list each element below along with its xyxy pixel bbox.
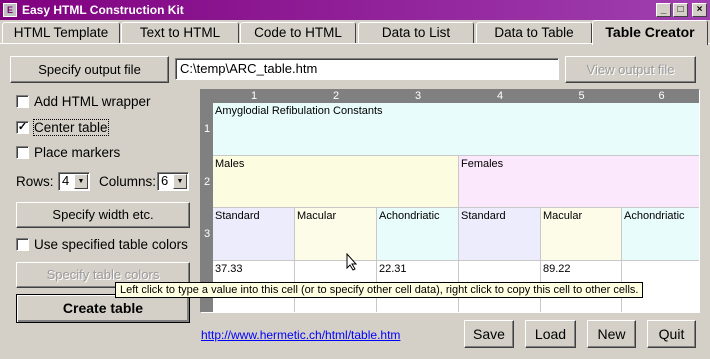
new-button[interactable]: New xyxy=(587,320,636,348)
tab-table-creator[interactable]: Table Creator xyxy=(592,20,708,45)
column-header: 3 xyxy=(414,90,422,102)
tab-data-to-list[interactable]: Data to List xyxy=(358,22,474,43)
rows-value: 4 xyxy=(62,173,70,188)
use-table-colors-label: Use specified table colors xyxy=(34,236,188,252)
column-header: 6 xyxy=(658,90,665,102)
rows-label: Rows: xyxy=(16,174,54,189)
tab-bar: HTML Template Text to HTML Code to HTML … xyxy=(0,20,710,45)
rows-select[interactable]: 4 ▼ xyxy=(58,172,90,191)
load-button[interactable]: Load xyxy=(525,320,576,348)
save-button[interactable]: Save xyxy=(464,320,514,348)
hermetic-link[interactable]: http://www.hermetic.ch/html/table.htm xyxy=(201,328,400,342)
specify-output-file-button[interactable]: Specify output file xyxy=(10,56,169,83)
row-header: 3 xyxy=(203,228,211,240)
table-grid: 1 2 3 4 5 6 1 2 3 4 Amyglodial Refibulat… xyxy=(200,89,700,313)
rows-dropdown-arrow-icon[interactable]: ▼ xyxy=(74,174,88,189)
tab-data-to-table[interactable]: Data to Table xyxy=(476,22,592,43)
maximize-button[interactable]: □ xyxy=(673,3,688,17)
place-markers-checkbox[interactable] xyxy=(16,145,29,159)
use-table-colors-option[interactable]: Use specified table colors xyxy=(16,235,188,253)
row-header: 1 xyxy=(203,123,211,135)
create-table-button[interactable]: Create table xyxy=(16,294,190,323)
add-html-wrapper-checkbox[interactable] xyxy=(16,94,29,108)
tab-html-template[interactable]: HTML Template xyxy=(2,22,120,43)
mouse-cursor-icon xyxy=(346,253,358,271)
minimize-button[interactable]: _ xyxy=(656,3,671,17)
place-markers-option[interactable]: Place markers xyxy=(16,143,120,161)
columns-label: Columns: xyxy=(99,174,157,189)
app-icon: E xyxy=(3,3,17,17)
columns-dropdown-arrow-icon[interactable]: ▼ xyxy=(173,174,187,189)
cell-tooltip: Left click to type a value into this cel… xyxy=(115,282,644,298)
table-cell-r3c3[interactable]: Achondriatic xyxy=(377,208,459,261)
table-cell-r3c1[interactable]: Standard xyxy=(213,208,295,261)
center-table-checkbox[interactable]: ✓ xyxy=(16,120,29,134)
table-cell-r3c6[interactable]: Achondriatic xyxy=(622,208,699,261)
table-cell-r2c1[interactable]: Males xyxy=(213,156,459,208)
table-cell-r3c5[interactable]: Macular xyxy=(541,208,622,261)
center-table-option[interactable]: ✓ Center table xyxy=(16,118,109,136)
title-bar: E Easy HTML Construction Kit _ □ × xyxy=(0,0,710,20)
tab-code-to-html[interactable]: Code to HTML xyxy=(240,22,356,43)
output-file-field[interactable]: C:\temp\ARC_table.htm xyxy=(175,58,559,80)
table-cell-r1c1[interactable]: Amyglodial Refibulation Constants xyxy=(213,103,699,156)
place-markers-label: Place markers xyxy=(34,144,121,160)
tab-text-to-html[interactable]: Text to HTML xyxy=(121,22,239,43)
table-cell-r3c2[interactable]: Macular xyxy=(295,208,377,261)
use-table-colors-checkbox[interactable] xyxy=(16,237,29,251)
view-output-file-button[interactable]: View output file xyxy=(565,56,696,83)
add-html-wrapper-option[interactable]: Add HTML wrapper xyxy=(16,92,151,110)
add-html-wrapper-label: Add HTML wrapper xyxy=(34,93,151,109)
quit-button[interactable]: Quit xyxy=(647,320,696,348)
specify-width-button[interactable]: Specify width etc. xyxy=(16,202,190,228)
column-header: 1 xyxy=(250,90,258,102)
row-header: 2 xyxy=(203,176,211,188)
columns-select[interactable]: 6 ▼ xyxy=(157,172,189,191)
center-table-label: Center table xyxy=(33,118,109,136)
columns-value: 6 xyxy=(161,173,169,188)
close-button[interactable]: × xyxy=(692,3,707,17)
column-header: 2 xyxy=(332,90,340,102)
column-header: 5 xyxy=(578,90,585,102)
column-header: 4 xyxy=(496,90,504,102)
table-cell-r3c4[interactable]: Standard xyxy=(459,208,541,261)
table-cell-r2c4[interactable]: Females xyxy=(459,156,699,208)
window-title: Easy HTML Construction Kit xyxy=(22,3,184,17)
